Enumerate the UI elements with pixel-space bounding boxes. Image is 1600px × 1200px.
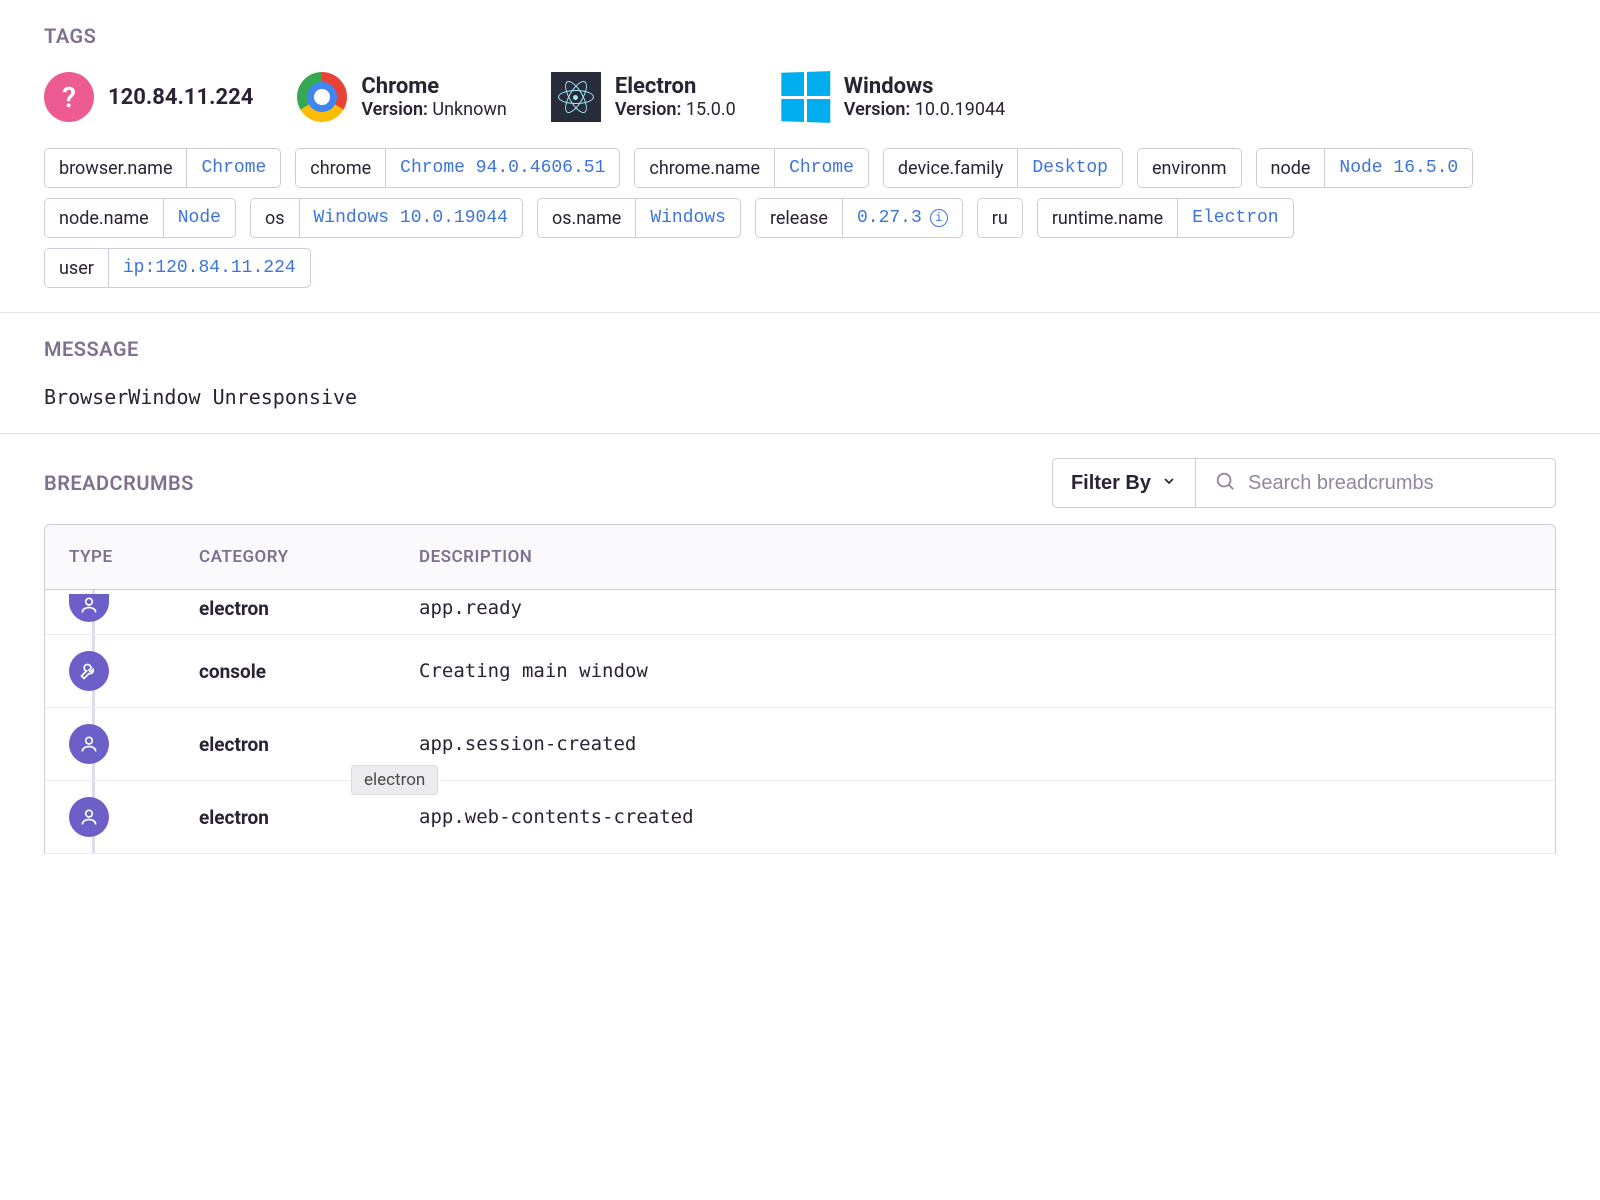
col-description: DESCRIPTION [419, 547, 1531, 567]
tag-chrome-name: Chrome [361, 74, 506, 99]
breadcrumb-row[interactable]: electronapp.ready [45, 590, 1555, 635]
search-icon [1214, 470, 1236, 496]
breadcrumb-description: Creating main window [419, 660, 1531, 682]
filter-by-button[interactable]: Filter By [1052, 458, 1196, 508]
tag-pill-value: Desktop [1017, 149, 1122, 187]
tag-pill-key: release [756, 199, 842, 237]
tag-pill-value: Chrome [774, 149, 868, 187]
section-title-breadcrumbs: BREADCRUMBS [44, 471, 194, 495]
breadcrumb-description: app.web-contents-created [419, 806, 1531, 828]
tag-pill-key: os [251, 199, 299, 237]
tag-pill-key: user [45, 249, 108, 287]
tag-card-ip: ? 120.84.11.224 [44, 72, 253, 122]
section-title-tags: TAGS [44, 24, 1556, 48]
breadcrumb-search[interactable] [1196, 458, 1556, 508]
tag-pill[interactable]: ru [977, 198, 1023, 238]
tag-pill-value: Chrome 94.0.4606.51 [385, 149, 619, 187]
tag-pill-value: Node 16.5.0 [1324, 149, 1472, 187]
col-type: TYPE [69, 547, 199, 567]
tag-electron-name: Electron [615, 74, 736, 99]
tag-pill-key: node [1257, 149, 1325, 187]
breadcrumb-category: electron [199, 806, 419, 829]
col-category: CATEGORY [199, 547, 419, 567]
breadcrumb-category: electron [199, 597, 419, 620]
tag-pill-key: ru [978, 199, 1022, 237]
tag-pill[interactable]: release0.27.3 i [755, 198, 963, 238]
tag-pill-key: runtime.name [1038, 199, 1177, 237]
tag-pill[interactable]: osWindows 10.0.19044 [250, 198, 523, 238]
breadcrumb-category: electron [199, 733, 419, 756]
tag-pill[interactable]: userip:120.84.11.224 [44, 248, 311, 288]
tag-pill-key: device.family [884, 149, 1018, 187]
tags-header: ? 120.84.11.224 Chrome Version: Unknown … [44, 72, 1556, 122]
tag-pill[interactable]: chromeChrome 94.0.4606.51 [295, 148, 620, 188]
tag-pill-value: Windows 10.0.19044 [299, 199, 522, 237]
section-message: MESSAGE BrowserWindow Unresponsive [0, 313, 1600, 434]
breadcrumbs-tbody: electronapp.readyconsoleCreating main wi… [45, 590, 1555, 854]
section-title-message: MESSAGE [44, 337, 1556, 361]
section-tags: TAGS ? 120.84.11.224 Chrome Version: Unk… [0, 0, 1600, 313]
tag-pill-key: node.name [45, 199, 163, 237]
tag-pill[interactable]: chrome.nameChrome [634, 148, 868, 188]
wrench-icon [69, 651, 109, 691]
tag-pill-value: Windows [635, 199, 740, 237]
tag-pill-list: browser.nameChromechromeChrome 94.0.4606… [44, 148, 1556, 288]
breadcrumb-row[interactable]: electronapp.web-contents-createdelectron [45, 781, 1555, 854]
tag-pill[interactable]: device.familyDesktop [883, 148, 1123, 188]
chevron-down-icon [1161, 472, 1177, 495]
breadcrumb-row[interactable]: electronapp.session-created [45, 708, 1555, 781]
tag-pill-key: browser.name [45, 149, 186, 187]
tag-pill-value: Electron [1177, 199, 1292, 237]
tag-windows-name: Windows [844, 74, 1005, 99]
tag-pill[interactable]: os.nameWindows [537, 198, 741, 238]
breadcrumb-search-input[interactable] [1248, 472, 1537, 495]
breadcrumb-description: app.ready [419, 597, 1531, 619]
tag-pill-key: chrome.name [635, 149, 774, 187]
breadcrumbs-thead: TYPE CATEGORY DESCRIPTION [45, 525, 1555, 590]
user-icon [69, 724, 109, 764]
tag-ip-value: 120.84.11.224 [108, 85, 253, 110]
tag-pill-value: Chrome [186, 149, 280, 187]
breadcrumb-row[interactable]: consoleCreating main window [45, 635, 1555, 708]
chrome-icon [297, 72, 347, 122]
tag-card-chrome: Chrome Version: Unknown [297, 72, 506, 122]
tag-card-electron: Electron Version: 15.0.0 [551, 72, 736, 122]
windows-icon [781, 71, 830, 123]
tag-pill-key: chrome [296, 149, 385, 187]
breadcrumbs-header: BREADCRUMBS Filter By [0, 434, 1600, 524]
tooltip: electron [351, 765, 438, 795]
tag-pill-key: os.name [538, 199, 635, 237]
breadcrumbs-table: TYPE CATEGORY DESCRIPTION electronapp.re… [44, 524, 1556, 854]
tag-pill[interactable]: environm [1137, 148, 1242, 188]
tag-pill[interactable]: nodeNode 16.5.0 [1256, 148, 1474, 188]
breadcrumb-category: console [199, 660, 419, 683]
tag-pill-value: Node [163, 199, 235, 237]
user-icon [69, 594, 109, 622]
question-icon: ? [44, 72, 94, 122]
breadcrumb-description: app.session-created [419, 733, 1531, 755]
tag-pill[interactable]: runtime.nameElectron [1037, 198, 1294, 238]
tag-pill-key: environm [1138, 149, 1241, 187]
info-icon: i [930, 209, 948, 227]
filter-by-label: Filter By [1071, 472, 1151, 495]
electron-icon [551, 72, 601, 122]
tag-card-windows: Windows Version: 10.0.19044 [780, 72, 1005, 122]
message-text: BrowserWindow Unresponsive [44, 385, 1556, 409]
tag-pill-value: ip:120.84.11.224 [108, 249, 310, 287]
tag-pill[interactable]: node.nameNode [44, 198, 236, 238]
tag-pill-value: 0.27.3 i [842, 199, 962, 237]
tag-pill[interactable]: browser.nameChrome [44, 148, 281, 188]
user-icon [69, 797, 109, 837]
